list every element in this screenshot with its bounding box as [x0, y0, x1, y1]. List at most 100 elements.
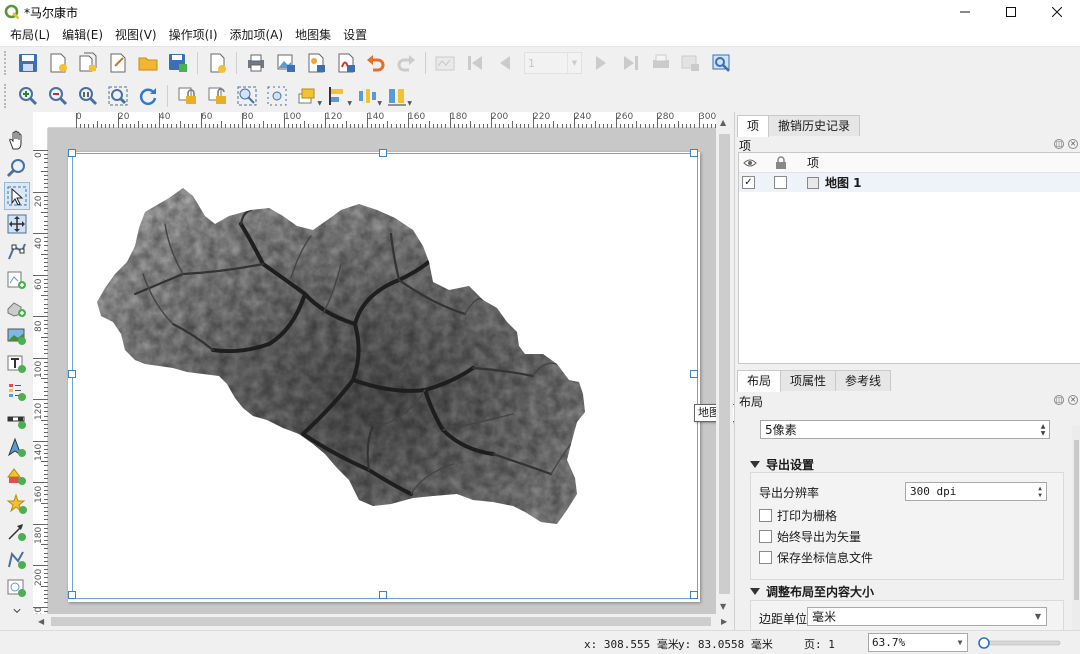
add-picture-button[interactable] — [4, 322, 30, 350]
add-label-button[interactable] — [4, 350, 30, 378]
add-map-button[interactable] — [4, 266, 30, 294]
previous-feature-button[interactable] — [492, 50, 518, 76]
resize-handle-top-right[interactable] — [690, 149, 698, 157]
scroll-down-arrow-icon[interactable]: ▼ — [720, 602, 726, 611]
new-layout-button[interactable] — [45, 50, 71, 76]
ungroup-items-button[interactable] — [264, 83, 290, 109]
save-world-file-row[interactable]: 保存坐标信息文件 — [759, 549, 873, 566]
tab-undo-history[interactable]: 撤销历史记录 — [768, 115, 861, 136]
refresh-button[interactable] — [135, 83, 161, 109]
tab-item-properties[interactable]: 项属性 — [780, 370, 837, 391]
zoom-out-button[interactable] — [45, 83, 71, 109]
atlas-preview-button[interactable] — [432, 50, 458, 76]
canvas-vertical-scrollbar[interactable]: ▲ ▼ — [716, 112, 733, 614]
print-button[interactable] — [243, 50, 269, 76]
zoom-tool-button[interactable] — [4, 154, 30, 182]
tab-guides[interactable]: 参考线 — [835, 370, 892, 391]
zoom-actual-button[interactable] — [75, 83, 101, 109]
menu-items[interactable]: 操作项(I) — [163, 24, 224, 46]
menu-settings[interactable]: 设置 — [337, 24, 373, 46]
menu-atlas[interactable]: 地图集 — [289, 24, 337, 46]
resize-handle-bottom-left[interactable] — [68, 591, 76, 599]
horizontal-scroll-thumb[interactable] — [51, 617, 711, 626]
resize-handle-bottom[interactable] — [379, 591, 387, 599]
always-export-vector-checkbox[interactable] — [759, 530, 772, 543]
spin-arrows-icon[interactable]: ▲ ▼ — [1034, 483, 1046, 500]
zoom-combo[interactable]: 63.7% ▼ — [868, 633, 968, 652]
add-legend-button[interactable] — [4, 378, 30, 406]
item-lock-checkbox[interactable] — [774, 176, 787, 189]
pan-tool-button[interactable] — [4, 126, 30, 154]
undo-button[interactable] — [363, 50, 389, 76]
menu-view[interactable]: 视图(V) — [109, 24, 163, 46]
minimize-button[interactable] — [942, 0, 988, 24]
next-feature-button[interactable] — [588, 50, 614, 76]
close-panel-icon[interactable]: ✕ — [1068, 395, 1078, 405]
group-items-button[interactable] — [234, 83, 260, 109]
resize-items-button[interactable]: ▼ — [384, 83, 412, 109]
zoom-full-button[interactable] — [105, 83, 131, 109]
tab-layout[interactable]: 布局 — [737, 370, 782, 392]
margin-units-combo[interactable]: 毫米 ▼ — [807, 607, 1047, 626]
duplicate-layout-button[interactable] — [75, 50, 101, 76]
tab-items[interactable]: 项 — [737, 115, 770, 137]
toolbar-grip[interactable] — [4, 84, 9, 108]
scroll-left-arrow-icon[interactable]: ◀ — [38, 617, 44, 626]
export-svg-button[interactable] — [303, 50, 329, 76]
zoom-slider[interactable] — [976, 635, 1062, 651]
always-export-vector-row[interactable]: 始终导出为矢量 — [759, 528, 861, 545]
atlas-page-combo[interactable]: 1 ▼ — [524, 52, 582, 74]
export-atlas-button[interactable] — [678, 50, 704, 76]
vertical-scroll-thumb[interactable] — [719, 134, 730, 594]
new-page-button[interactable] — [204, 50, 230, 76]
align-items-button[interactable]: ▼ — [324, 83, 352, 109]
raise-items-button[interactable]: ▼ — [294, 83, 322, 109]
float-panel-icon[interactable]: ◫ — [1054, 395, 1064, 405]
add-marker-button[interactable] — [4, 490, 30, 518]
map-item[interactable] — [72, 153, 698, 599]
zoom-in-button[interactable] — [15, 83, 41, 109]
item-visible-checkbox[interactable]: ✓ — [742, 176, 755, 189]
add-north-arrow-button[interactable] — [4, 434, 30, 462]
add-polyline-button[interactable] — [4, 546, 30, 574]
add-shape-button[interactable] — [4, 462, 30, 490]
menu-layout[interactable]: 布局(L) — [4, 24, 56, 46]
close-panel-icon[interactable]: ✕ — [1068, 139, 1078, 149]
spin-arrows-icon[interactable]: ▲ ▼ — [1037, 421, 1049, 438]
layout-panel-scroll-thumb[interactable] — [1074, 440, 1079, 600]
float-panel-icon[interactable]: ◫ — [1054, 139, 1064, 149]
more-tools-button[interactable] — [4, 602, 30, 620]
menu-edit[interactable]: 编辑(E) — [56, 24, 109, 46]
save-layout-button[interactable] — [15, 50, 41, 76]
first-feature-button[interactable] — [462, 50, 488, 76]
vertical-ruler[interactable]: 0 20 40 60 80 100 120 140 160 180 200 22… — [33, 128, 48, 624]
layout-panel-scrollbar[interactable] — [1072, 426, 1080, 630]
close-button[interactable] — [1034, 0, 1080, 24]
redo-button[interactable] — [393, 50, 419, 76]
add-3d-map-button[interactable] — [4, 294, 30, 322]
item-row-map1[interactable]: ✓ 地图 1 — [739, 173, 1080, 192]
items-tree[interactable]: 项 ✓ 地图 1 — [738, 152, 1080, 364]
add-arrow-button[interactable] — [4, 518, 30, 546]
print-as-raster-row[interactable]: 打印为栅格 — [759, 507, 837, 524]
maximize-button[interactable] — [988, 0, 1034, 24]
layout-manager-button[interactable] — [105, 50, 131, 76]
save-as-template-button[interactable] — [165, 50, 191, 76]
resize-handle-left[interactable] — [68, 370, 76, 378]
grid-offset-spinbox[interactable]: 5像素 ▲ ▼ — [760, 420, 1050, 439]
toolbar-grip[interactable] — [4, 51, 9, 75]
atlas-settings-button[interactable] — [708, 50, 734, 76]
scroll-up-arrow-icon[interactable]: ▲ — [720, 118, 726, 127]
export-pdf-button[interactable] — [333, 50, 359, 76]
canvas-horizontal-scrollbar[interactable]: ◀ ▶ — [33, 614, 733, 629]
resize-handle-bottom-right[interactable] — [690, 591, 698, 599]
select-tool-button[interactable] — [3, 182, 30, 210]
open-template-button[interactable] — [135, 50, 161, 76]
last-feature-button[interactable] — [618, 50, 644, 76]
print-as-raster-checkbox[interactable] — [759, 509, 772, 522]
resize-handle-right[interactable] — [690, 370, 698, 378]
distribute-items-button[interactable]: ▼ — [354, 83, 382, 109]
resize-handle-top-left[interactable] — [68, 149, 76, 157]
menu-add-item[interactable]: 添加项(A) — [224, 24, 290, 46]
print-atlas-button[interactable] — [648, 50, 674, 76]
